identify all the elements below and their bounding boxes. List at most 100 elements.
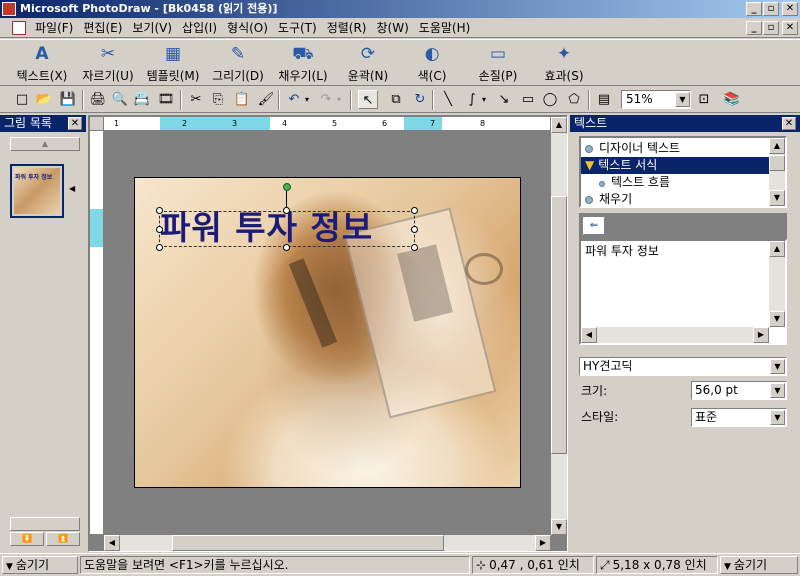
resize-handle-n[interactable] xyxy=(283,207,290,214)
resize-handle-e[interactable] xyxy=(411,226,418,233)
tree-item-text-flow[interactable]: 텍스트 흐름 xyxy=(599,174,670,191)
tree-item-text-format[interactable]: ▼ 텍스트 서식 xyxy=(581,157,769,174)
resize-handle-sw[interactable] xyxy=(156,244,163,251)
copy-icon[interactable]: ⎘ xyxy=(208,90,228,109)
tree-item-fill[interactable]: 채우기 xyxy=(585,191,632,208)
scan-icon[interactable]: 📇 xyxy=(132,90,152,109)
minimize-button[interactable]: _ xyxy=(746,2,762,16)
scroll-left-button[interactable]: ◀ xyxy=(104,535,120,551)
list-scroll-up-button[interactable]: ▲ xyxy=(769,138,785,154)
scroll-down-button[interactable]: ▼ xyxy=(551,519,567,535)
menu-edit[interactable]: 편집(E) xyxy=(78,18,127,38)
rotation-handle[interactable] xyxy=(283,183,291,191)
ellipse-icon[interactable]: ◯ xyxy=(540,90,560,109)
menu-window[interactable]: 창(W) xyxy=(372,18,414,38)
open-icon[interactable]: 📂 xyxy=(34,90,54,109)
color-tool-button[interactable]: ◐ 색(C) xyxy=(408,41,456,85)
template-tool-button[interactable]: ▦ 템플릿(M) xyxy=(142,41,204,85)
resize-handle-nw[interactable] xyxy=(156,207,163,214)
list-scroll-bottom-button[interactable]: ⏬ xyxy=(10,532,44,546)
text-tool-button[interactable]: A 텍스트(X) xyxy=(10,41,74,85)
editor-scroll-right-button[interactable]: ▶ xyxy=(753,327,769,343)
touchup-tool-button[interactable]: ▭ 손질(P) xyxy=(470,41,526,85)
menu-format[interactable]: 형식(O) xyxy=(222,18,273,38)
color-icon: ◐ xyxy=(424,44,440,64)
list-scroll-area[interactable] xyxy=(10,517,80,531)
cut-icon[interactable]: ✂ xyxy=(186,90,206,109)
draw-tool-button[interactable]: ✎ 그리기(D) xyxy=(208,41,268,85)
document-icon[interactable] xyxy=(12,21,26,35)
selection-box[interactable] xyxy=(159,211,415,247)
hide-left-button[interactable]: ▼ 숨기기 xyxy=(2,556,78,574)
close-button[interactable]: ✕ xyxy=(782,2,798,16)
horizontal-ruler[interactable]: 1 2 3 4 5 6 7 8 xyxy=(104,117,550,130)
line-icon[interactable]: ╲ xyxy=(438,90,458,109)
outline-tool-button[interactable]: ⟳ 윤곽(N) xyxy=(340,41,396,85)
hide-right-button[interactable]: ▼ 숨기기 xyxy=(720,556,798,574)
zoom-fit-icon[interactable]: ⊡ xyxy=(694,90,714,109)
picture-list-close-button[interactable]: ✕ xyxy=(68,117,82,130)
font-combo[interactable]: HY견고딕 xyxy=(579,357,787,376)
vertical-scroll-thumb[interactable] xyxy=(551,196,567,454)
print-preview-icon[interactable]: 🔍 xyxy=(110,90,130,109)
toolbar-separator xyxy=(180,90,182,110)
tree-item-designer-text[interactable]: 디자이너 텍스트 xyxy=(585,140,680,157)
save-icon[interactable]: 💾 xyxy=(58,90,78,109)
resize-handle-w[interactable] xyxy=(156,226,163,233)
resize-handle-se[interactable] xyxy=(411,244,418,251)
text-editor-content[interactable]: 파워 투자 정보 xyxy=(585,242,659,259)
editor-scroll-down-button[interactable]: ▼ xyxy=(769,311,785,327)
curve-dropdown-icon[interactable]: ▾ xyxy=(478,90,490,109)
menu-view[interactable]: 보기(V) xyxy=(127,18,177,38)
group-icon[interactable]: ⧉ xyxy=(386,90,406,109)
fill-tool-button[interactable]: ⛟ 채우기(L) xyxy=(272,41,334,85)
autoshape-icon[interactable]: ⬠ xyxy=(564,90,584,109)
text-box-icon[interactable]: ▤ xyxy=(594,90,614,109)
rotate-icon[interactable]: ↻ xyxy=(410,90,430,109)
zoom-dropdown-button[interactable]: ▼ xyxy=(675,92,690,107)
pointer-icon[interactable]: ↖ xyxy=(358,90,378,109)
chevron-down-icon: ▼ xyxy=(724,562,731,572)
paste-icon[interactable]: 📋 xyxy=(232,90,252,109)
doc-minimize-button[interactable]: _ xyxy=(746,21,762,35)
doc-restore-button[interactable]: ▫ xyxy=(763,21,779,35)
scroll-up-button[interactable]: ▲ xyxy=(551,117,567,133)
menu-help[interactable]: 도움말(H) xyxy=(414,18,476,38)
vertical-ruler[interactable] xyxy=(90,131,103,534)
list-scroll-thumb[interactable] xyxy=(769,155,785,171)
rectangle-icon[interactable]: ▭ xyxy=(518,90,538,109)
crop-tool-button[interactable]: ✂ 자르기(U) xyxy=(78,41,138,85)
list-scroll-up-button[interactable]: ▲ xyxy=(10,137,80,151)
restore-button[interactable]: ▫ xyxy=(763,2,779,16)
editor-scroll-left-button[interactable]: ◀ xyxy=(581,327,597,343)
menu-tools[interactable]: 도구(T) xyxy=(273,18,322,38)
scroll-right-button[interactable]: ▶ xyxy=(535,535,551,551)
style-dropdown-button[interactable]: ▼ xyxy=(770,410,785,425)
font-dropdown-button[interactable]: ▼ xyxy=(770,359,785,374)
menu-file[interactable]: 파일(F) xyxy=(30,18,78,38)
arrow-icon[interactable]: ↘ xyxy=(494,90,514,109)
editor-scroll-up-button[interactable]: ▲ xyxy=(769,241,785,257)
print-icon[interactable]: 🖨 xyxy=(88,90,108,109)
menu-insert[interactable]: 삽입(I) xyxy=(177,18,222,38)
text-editor-hscrollbar[interactable] xyxy=(581,327,769,343)
new-icon[interactable]: □ xyxy=(12,90,32,109)
list-scroll-down-button[interactable]: ▼ xyxy=(769,190,785,206)
text-panel-close-button[interactable]: ✕ xyxy=(782,117,796,130)
doc-close-button[interactable]: ✕ xyxy=(782,21,798,35)
redo-dropdown-icon[interactable]: ▾ xyxy=(333,90,345,109)
resize-handle-s[interactable] xyxy=(283,244,290,251)
format-painter-icon[interactable]: 🖌 xyxy=(256,90,276,109)
text-update-icon[interactable]: ⇐ xyxy=(583,217,605,235)
undo-dropdown-icon[interactable]: ▾ xyxy=(301,90,313,109)
camera-icon[interactable]: 🎞 xyxy=(156,90,176,109)
gallery-icon[interactable]: 📚 xyxy=(722,90,742,109)
text-editor-box[interactable]: 파워 투자 정보 ▲ ▼ ◀ ▶ xyxy=(579,239,787,345)
size-dropdown-button[interactable]: ▼ xyxy=(770,383,785,398)
effects-tool-button[interactable]: ✦ 효과(S) xyxy=(536,41,592,85)
horizontal-scroll-thumb[interactable] xyxy=(172,535,444,551)
list-scroll-top-button[interactable]: ⏫ xyxy=(46,532,80,546)
resize-handle-ne[interactable] xyxy=(411,207,418,214)
menu-arrange[interactable]: 정렬(R) xyxy=(322,18,372,38)
picture-thumbnail[interactable]: 파워 투자 정보 xyxy=(10,164,64,218)
